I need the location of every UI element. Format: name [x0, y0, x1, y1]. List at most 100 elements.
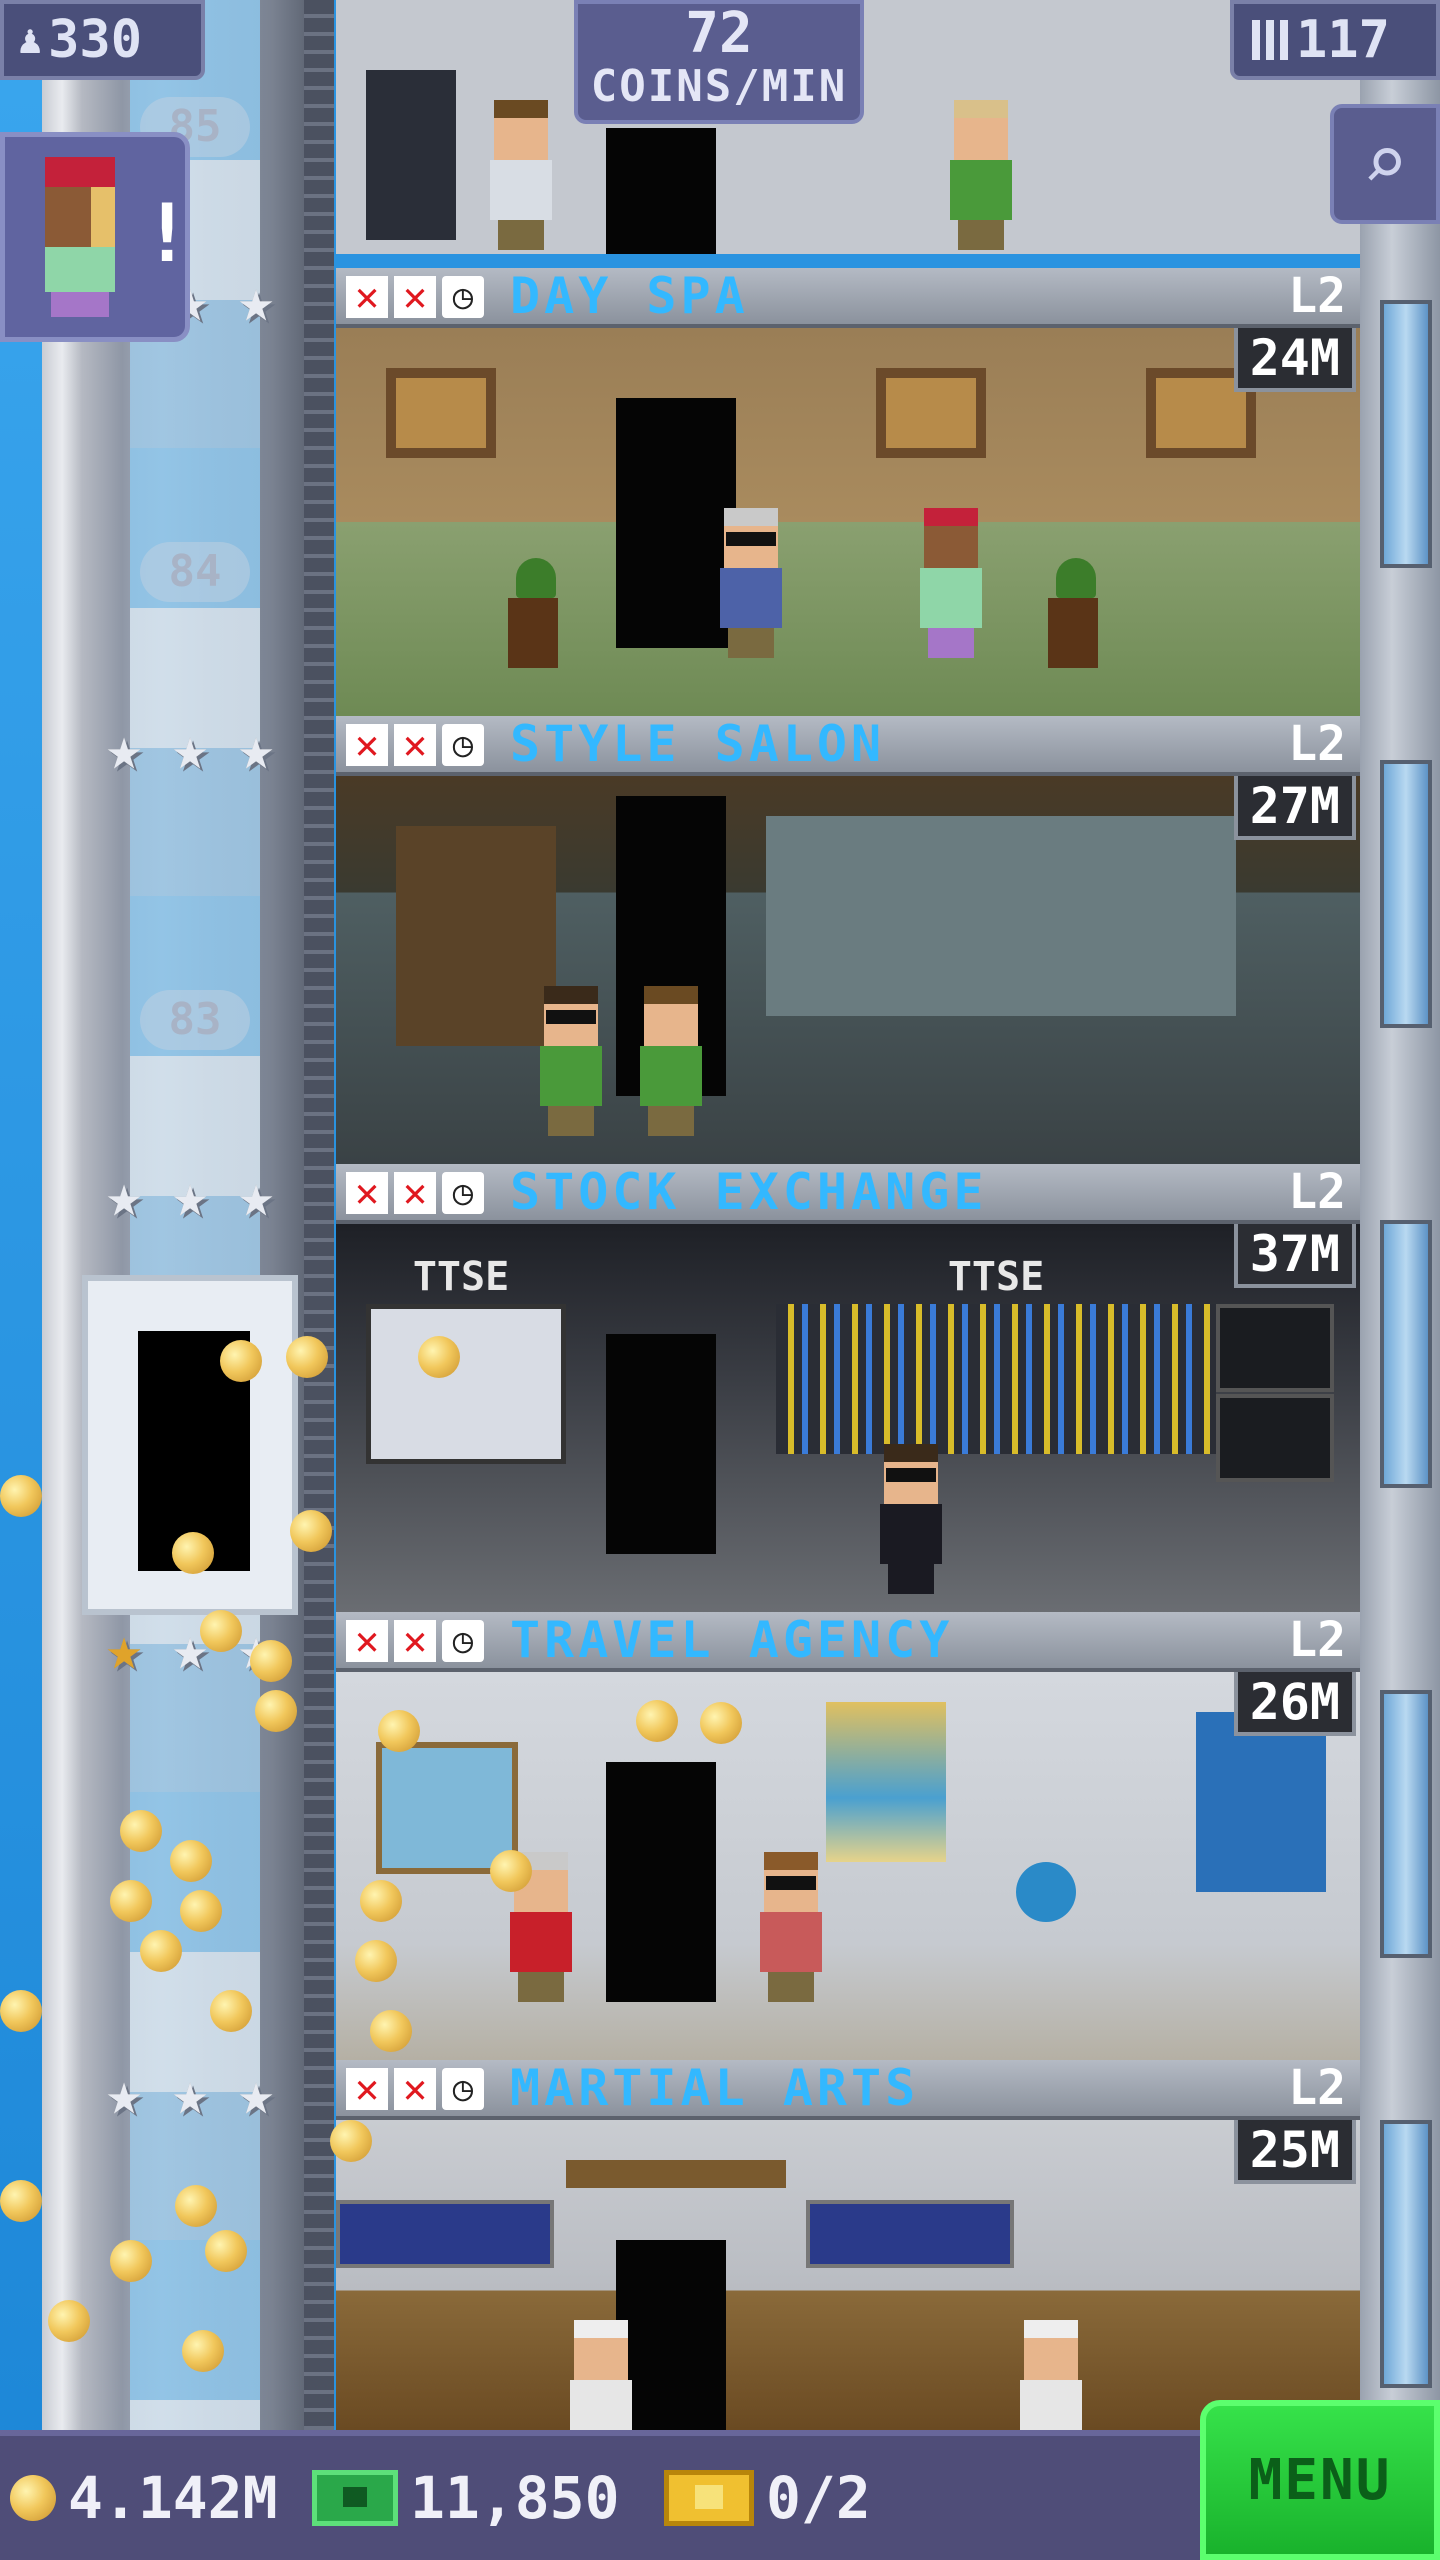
falling-coin[interactable] — [250, 1640, 292, 1682]
golden-ticket-icon — [664, 2470, 754, 2526]
floor-level: L2 — [1288, 2060, 1346, 2116]
floor-level: L2 — [1288, 1612, 1346, 1668]
falling-coin[interactable] — [110, 1880, 152, 1922]
wall-painting — [876, 368, 986, 458]
resident — [916, 508, 986, 658]
bux-value: 11,850 — [410, 2464, 620, 2532]
star-rating: ★ ★ ★ — [95, 1166, 305, 1227]
elevator-rail — [304, 0, 334, 2430]
floor-name: MARTIAL ARTS — [510, 2060, 920, 2117]
right-window — [1380, 760, 1432, 1028]
stock-empty-icon: ✕ — [394, 1172, 436, 1214]
falling-coin[interactable] — [700, 1702, 742, 1744]
coin-icon — [10, 2475, 56, 2521]
resident — [1016, 2320, 1086, 2430]
star-icon: ★ — [171, 714, 209, 784]
falling-coin[interactable] — [355, 1940, 397, 1982]
floor-header: ✕ ✕ ◷ MARTIAL ARTS L2 — [336, 2060, 1360, 2120]
falling-coin[interactable] — [172, 1532, 214, 1574]
falling-coin[interactable] — [0, 2180, 42, 2222]
floor-style-salon[interactable]: ✕ ✕ ◷ STYLE SALON L2 27M — [336, 716, 1360, 1164]
stock-empty-icon: ✕ — [394, 2068, 436, 2110]
falling-coin[interactable] — [330, 2120, 372, 2162]
resident — [486, 100, 556, 250]
room-interior — [336, 328, 1360, 716]
falling-coin[interactable] — [175, 2185, 217, 2227]
floor-level: L2 — [1288, 1164, 1346, 1220]
tickets-stat[interactable]: 0/2 — [664, 2436, 871, 2560]
coins-rate-panel[interactable]: 72 COINS/MIN — [574, 0, 864, 124]
star-icon: ★ — [237, 2059, 275, 2129]
tickets-value: 0/2 — [766, 2464, 871, 2532]
floor-travel-agency[interactable]: ✕ ✕ ◷ TRAVEL AGENCY L2 26M — [336, 1612, 1360, 2060]
floor-header: ✕ ✕ ◷ STYLE SALON L2 — [336, 716, 1360, 776]
resident — [566, 2320, 636, 2430]
floor-name: TRAVEL AGENCY — [510, 1612, 954, 1669]
resident — [756, 1852, 826, 2002]
pot — [1048, 598, 1098, 668]
star-icon: ★ — [105, 714, 143, 784]
floor-stock: 24M — [1233, 328, 1356, 392]
building-icon — [1252, 20, 1288, 60]
falling-coin[interactable] — [0, 1475, 42, 1517]
resident — [536, 986, 606, 1136]
alert-icon: ! — [143, 187, 192, 280]
arcade-machine — [366, 70, 456, 240]
falling-coin[interactable] — [180, 1890, 222, 1932]
door — [606, 128, 716, 254]
population-value: 330 — [48, 10, 143, 70]
floor-stock: 25M — [1233, 2120, 1356, 2184]
falling-coin[interactable] — [120, 1810, 162, 1852]
floor-martial-arts[interactable]: ✕ ✕ ◷ MARTIAL ARTS L2 25M — [336, 2060, 1360, 2430]
star-icon: ★ — [237, 714, 275, 784]
floor-level: L2 — [1288, 268, 1346, 324]
monitor — [1216, 1304, 1334, 1392]
falling-coin[interactable] — [636, 1700, 678, 1742]
falling-coin[interactable] — [110, 2240, 152, 2282]
door — [606, 1762, 716, 2002]
falling-coin[interactable] — [370, 2010, 412, 2052]
bux-stat[interactable]: 11,850 — [312, 2436, 620, 2560]
falling-coin[interactable] — [220, 1340, 262, 1382]
menu-button[interactable]: MENU — [1200, 2400, 1440, 2560]
falling-coin[interactable] — [48, 2300, 90, 2342]
sky — [0, 0, 42, 2430]
ttse-sign: TTSE — [412, 1254, 510, 1300]
falling-coin[interactable] — [255, 1690, 297, 1732]
room-interior — [336, 2120, 1360, 2430]
population-counter[interactable]: ♟ 330 — [0, 0, 205, 80]
falling-coin[interactable] — [0, 1990, 42, 2032]
ticker-board — [776, 1304, 1216, 1454]
falling-coin[interactable] — [200, 1610, 242, 1652]
resident — [636, 986, 706, 1136]
falling-coin[interactable] — [210, 1990, 252, 2032]
coins-value: 4.142M — [68, 2464, 278, 2532]
resident — [876, 1444, 946, 1594]
falling-coin[interactable] — [170, 1840, 212, 1882]
falling-coin[interactable] — [140, 1930, 182, 1972]
coins-stat[interactable]: 4.142M — [10, 2436, 278, 2560]
floor-stock-exchange[interactable]: ✕ ✕ ◷ STOCK EXCHANGE L2 TTSE TTSE 37M — [336, 1164, 1360, 1612]
falling-coin[interactable] — [378, 1710, 420, 1752]
floors-counter[interactable]: 117 — [1230, 0, 1440, 80]
floor-header: ✕ ✕ ◷ STOCK EXCHANGE L2 — [336, 1164, 1360, 1224]
ttse-sign: TTSE — [947, 1254, 1045, 1300]
visitor-avatar — [35, 157, 125, 317]
room-interior — [336, 776, 1360, 1164]
star-rating: ★ ★ ★ — [95, 2059, 305, 2129]
search-button[interactable]: ⌕ — [1330, 104, 1440, 224]
falling-coin[interactable] — [286, 1336, 328, 1378]
floor-level: L2 — [1288, 716, 1346, 772]
falling-coin[interactable] — [490, 1850, 532, 1892]
star-icon: ★ — [237, 266, 275, 336]
falling-coin[interactable] — [418, 1336, 460, 1378]
falling-coin[interactable] — [182, 2330, 224, 2372]
floor-day-spa[interactable]: ✕ ✕ ◷ DAY SPA L2 24M — [336, 268, 1360, 716]
falling-coin[interactable] — [360, 1880, 402, 1922]
right-window — [1380, 1690, 1432, 1958]
dojo-banner — [336, 2200, 554, 2268]
falling-coin[interactable] — [290, 1510, 332, 1552]
visitor-notification-button[interactable]: ! — [0, 132, 192, 342]
falling-coin[interactable] — [205, 2230, 247, 2272]
floor-header: ✕ ✕ ◷ DAY SPA L2 — [336, 268, 1360, 328]
